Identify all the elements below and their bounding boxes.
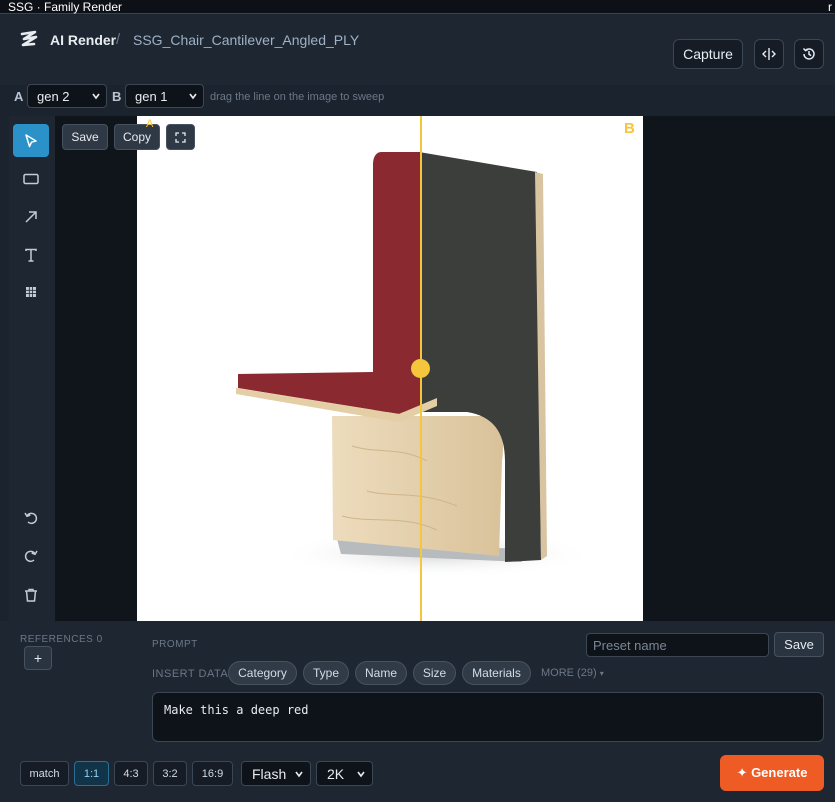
render-image[interactable] (137, 116, 643, 621)
save-image-button[interactable]: Save (62, 124, 108, 150)
compare-a-value: gen 2 (37, 88, 70, 104)
undo-icon (24, 512, 38, 524)
history-button[interactable] (794, 39, 824, 69)
compare-label-b: B (624, 120, 635, 137)
ratio-1-1-button[interactable]: 1:1 (74, 761, 109, 786)
ratio-match-button[interactable]: match (20, 761, 69, 786)
references-label: REFERENCES 0 (20, 634, 103, 645)
add-reference-button[interactable]: + (24, 646, 52, 670)
generate-button[interactable]: ✦ Generate (720, 755, 824, 791)
drawing-toolbar (9, 116, 55, 621)
arrow-tool-button[interactable] (13, 200, 49, 233)
zigzag-logo-icon (20, 30, 38, 47)
model-select[interactable]: Flash (241, 761, 311, 786)
capture-button[interactable]: Capture (673, 39, 743, 69)
compare-b-select[interactable]: gen 1 (125, 84, 204, 108)
chevron-down-icon (295, 771, 303, 778)
preset-save-button[interactable]: Save (774, 632, 824, 657)
window-titlebar: SSG · Family Render r (0, 0, 835, 14)
window-corner-glyph: r (828, 0, 832, 14)
model-value: Flash (252, 765, 287, 782)
rectangle-tool-button[interactable] (13, 162, 49, 195)
compare-a-select[interactable]: gen 2 (27, 84, 107, 108)
delete-button[interactable] (13, 578, 49, 611)
compare-toggle-button[interactable] (754, 39, 784, 69)
fullscreen-button[interactable] (166, 124, 195, 150)
compare-b-value: gen 1 (135, 88, 168, 104)
ratio-16-9-button[interactable]: 16:9 (192, 761, 233, 786)
undo-button[interactable] (13, 501, 49, 534)
trash-icon (25, 588, 37, 602)
app-name: AI Render (50, 32, 117, 48)
preset-name-input[interactable] (586, 633, 769, 657)
prompt-textarea[interactable]: Make this a deep red (152, 692, 824, 742)
chevron-down-icon (189, 93, 197, 100)
more-fields-toggle[interactable]: MORE (29) ▾ (541, 667, 604, 679)
prompt-label: PROMPT (152, 639, 198, 650)
breadcrumb-separator: / (116, 31, 121, 48)
resolution-value: 2K (327, 765, 345, 782)
ratio-4-3-button[interactable]: 4:3 (114, 761, 148, 786)
chip-size[interactable]: Size (413, 661, 456, 685)
fullscreen-icon (175, 131, 186, 143)
compare-label-a: A (146, 118, 154, 130)
chevron-down-icon (92, 93, 100, 100)
chip-materials[interactable]: Materials (462, 661, 531, 685)
chip-type[interactable]: Type (303, 661, 349, 685)
sweep-handle[interactable] (411, 359, 430, 378)
chevron-down-icon (357, 771, 365, 778)
text-tool-button[interactable] (13, 238, 49, 271)
select-tool-button[interactable] (13, 124, 49, 157)
breadcrumb-item[interactable]: SSG_Chair_Cantilever_Angled_PLY (133, 32, 359, 48)
window-title: SSG · Family Render (8, 0, 123, 14)
history-icon (802, 47, 815, 60)
chip-category[interactable]: Category (228, 661, 297, 685)
compare-b-label: B (112, 89, 122, 104)
insert-data-label: INSERT DATA (152, 668, 229, 680)
text-icon (25, 248, 37, 262)
redo-button[interactable] (13, 539, 49, 572)
more-fields-label: MORE (29) (541, 667, 597, 679)
grid-tool-button[interactable] (13, 275, 49, 308)
ratio-3-2-button[interactable]: 3:2 (153, 761, 187, 786)
compare-a-label: A (14, 89, 24, 104)
redo-icon (24, 550, 38, 562)
split-compare-icon (762, 48, 776, 60)
grid-icon (26, 286, 36, 297)
chip-name[interactable]: Name (355, 661, 407, 685)
select-arrow-icon (25, 133, 37, 147)
sweep-hint: drag the line on the image to sweep (210, 91, 385, 103)
arrow-icon (25, 210, 37, 223)
resolution-select[interactable]: 2K (316, 761, 373, 786)
caret-down-icon: ▾ (599, 669, 604, 678)
rectangle-icon (23, 173, 39, 184)
chair-render-illustration (236, 152, 597, 578)
